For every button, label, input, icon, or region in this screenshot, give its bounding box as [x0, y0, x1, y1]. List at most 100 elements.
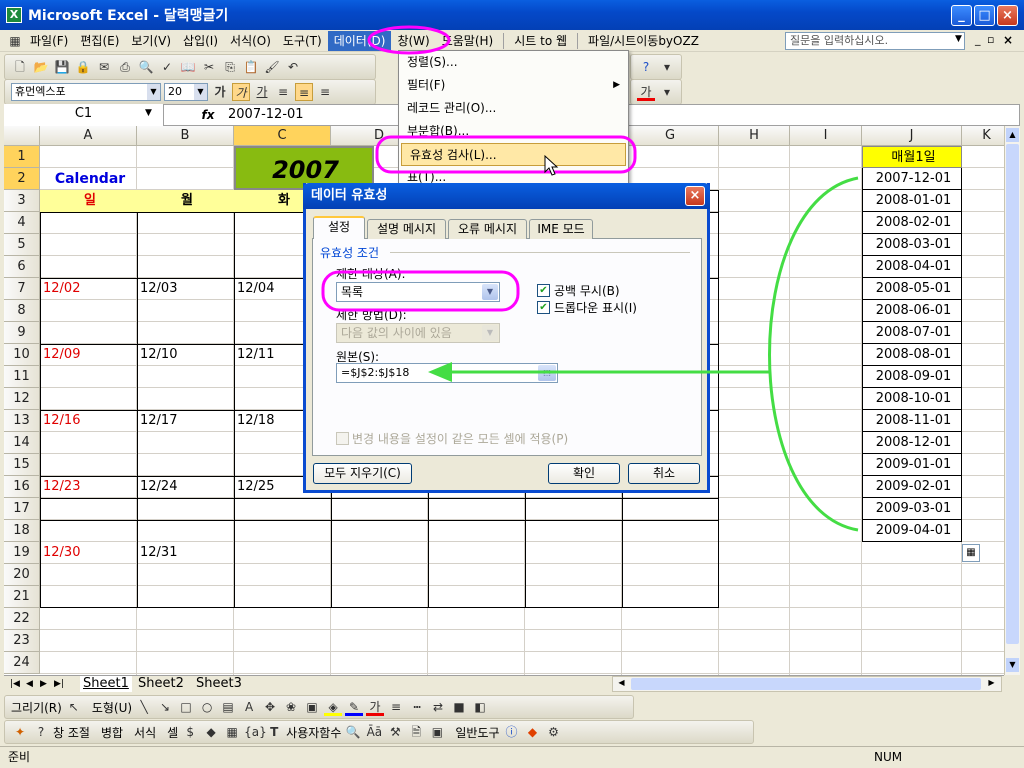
tab-error-alert[interactable]: 오류 메시지	[448, 219, 527, 239]
cell-j12[interactable]: 2008-10-01	[862, 388, 962, 410]
cell-j18[interactable]: 2009-04-01	[862, 520, 962, 542]
cell-b16[interactable]: 12/24	[137, 476, 234, 498]
autofill-options-icon[interactable]: ▦	[962, 544, 980, 562]
cancel-button[interactable]: 취소	[628, 463, 700, 484]
allow-combo[interactable]: 목록 ▼	[336, 282, 500, 302]
row-header-3[interactable]: 3	[4, 190, 40, 212]
permission-icon[interactable]: 🔒	[74, 58, 92, 76]
brace-icon[interactable]: {a}	[244, 723, 267, 741]
row-header-10[interactable]: 10	[4, 344, 40, 366]
diamond-icon[interactable]: ◆	[524, 723, 542, 741]
open-icon[interactable]: 📂	[32, 58, 50, 76]
bold-icon[interactable]: 가	[211, 83, 229, 101]
spelling-icon[interactable]: ✓	[158, 58, 176, 76]
tag-icon[interactable]: ◆	[202, 723, 220, 741]
textbox-icon[interactable]: ▤	[219, 698, 237, 716]
menu-sheet-to-web[interactable]: 시트 to 웹	[508, 31, 573, 51]
column-header-c[interactable]: C	[234, 126, 331, 146]
cell-a7[interactable]: 12/02	[40, 278, 137, 300]
cell-b13[interactable]: 12/17	[137, 410, 234, 432]
tab-input-message[interactable]: 설명 메시지	[367, 219, 446, 239]
italic-icon[interactable]: 가	[232, 83, 250, 101]
row-header-18[interactable]: 18	[4, 520, 40, 542]
font-color-icon[interactable]: 가	[366, 698, 385, 716]
clipart-icon[interactable]: ❀	[282, 698, 300, 716]
first-sheet-icon[interactable]: |◀	[10, 676, 20, 692]
vertical-scrollbar[interactable]: ▲ ▼	[1004, 126, 1020, 675]
align-left-icon[interactable]: ≡	[274, 83, 292, 101]
info-icon[interactable]: ⓘ	[503, 723, 521, 741]
row-header-19[interactable]: 19	[4, 542, 40, 564]
dropdown-checkbox[interactable]: ✔	[537, 301, 550, 314]
column-header-j[interactable]: J	[862, 126, 962, 146]
next-sheet-icon[interactable]: ▶	[40, 676, 47, 692]
cell-a3[interactable]: 일	[40, 190, 137, 212]
toolbar-options-icon[interactable]: ▾	[658, 58, 676, 76]
cell-j15[interactable]: 2009-01-01	[862, 454, 962, 476]
row-header-2[interactable]: 2	[4, 168, 40, 190]
format-menu[interactable]: 서식	[134, 724, 156, 741]
cell-j5[interactable]: 2008-03-01	[862, 234, 962, 256]
3d-icon[interactable]: ◧	[471, 698, 489, 716]
cell-j10[interactable]: 2008-08-01	[862, 344, 962, 366]
line-color-icon[interactable]: ✎	[345, 698, 364, 716]
sheet-tab-sheet2[interactable]: Sheet2	[138, 676, 184, 692]
print-preview-icon[interactable]: 🔍	[137, 58, 155, 76]
row-header-9[interactable]: 9	[4, 322, 40, 344]
cell-j8[interactable]: 2008-06-01	[862, 300, 962, 322]
cell-j3[interactable]: 2008-01-01	[862, 190, 962, 212]
column-header-k[interactable]: K	[962, 126, 1004, 146]
research-icon[interactable]: 📖	[179, 58, 197, 76]
cell-j17[interactable]: 2009-03-01	[862, 498, 962, 520]
menu-tools[interactable]: 도구(T)	[277, 31, 328, 51]
row-header-8[interactable]: 8	[4, 300, 40, 322]
row-header-21[interactable]: 21	[4, 586, 40, 608]
print-icon[interactable]: ⎙	[116, 58, 134, 76]
toolbar-options-icon[interactable]: ▾	[658, 83, 676, 101]
cell-a2[interactable]: Calendar	[40, 168, 137, 190]
doc-icon[interactable]: 🗎	[407, 723, 425, 741]
column-header-b[interactable]: B	[137, 126, 234, 146]
save-icon[interactable]: 💾	[53, 58, 71, 76]
rectangle-icon[interactable]: □	[177, 698, 195, 716]
cell-b19[interactable]: 12/31	[137, 542, 234, 564]
menu-format[interactable]: 서식(O)	[224, 31, 277, 51]
formula-input[interactable]: 2007-12-01	[228, 104, 304, 126]
collapse-dialog-icon[interactable]: ⬚	[538, 365, 556, 381]
arrow-icon[interactable]: ↘	[156, 698, 174, 716]
arrow-style-icon[interactable]: ⇄	[429, 698, 447, 716]
column-header-g[interactable]: G	[622, 126, 719, 146]
scroll-right-icon[interactable]: ▶	[985, 678, 998, 690]
doc-close-icon[interactable]: ×	[1003, 33, 1013, 47]
menu-help[interactable]: 도움말(H)	[436, 31, 500, 51]
cell-j11[interactable]: 2008-09-01	[862, 366, 962, 388]
row-header-6[interactable]: 6	[4, 256, 40, 278]
cell-a16[interactable]: 12/23	[40, 476, 137, 498]
doc-minimize-icon[interactable]: _	[975, 33, 981, 46]
autoshapes-menu[interactable]: 도형(U)	[92, 699, 132, 716]
select-all-corner[interactable]	[4, 126, 40, 146]
scroll-down-icon[interactable]: ▼	[1006, 658, 1019, 672]
tool-icon[interactable]: ⚒	[386, 723, 404, 741]
column-header-a[interactable]: A	[40, 126, 137, 146]
row-header-1[interactable]: 1	[4, 146, 40, 168]
horizontal-scrollbar[interactable]: ◀ ▶	[612, 676, 1002, 692]
maximize-button[interactable]: □	[974, 5, 995, 26]
clear-all-button[interactable]: 모두 지우기(C)	[313, 463, 412, 484]
menu-file-sheet-move[interactable]: 파일/시트이동byOZZ	[582, 31, 705, 51]
shadow-icon[interactable]: ■	[450, 698, 468, 716]
row-header-7[interactable]: 7	[4, 278, 40, 300]
cell-a10[interactable]: 12/09	[40, 344, 137, 366]
size-dropdown-icon[interactable]: ▼	[194, 84, 207, 100]
cell-b10[interactable]: 12/10	[137, 344, 234, 366]
excel-doc-icon[interactable]: ▦	[6, 32, 24, 50]
aa-icon[interactable]: Āā	[365, 723, 383, 741]
menu-item-subtotal[interactable]: 부분합(B)...	[399, 120, 628, 143]
user-function-menu[interactable]: 사용자함수	[286, 724, 341, 741]
font-size-combo[interactable]: 20 ▼	[164, 83, 208, 101]
cell-j16[interactable]: 2009-02-01	[862, 476, 962, 498]
minimize-button[interactable]: _	[951, 5, 972, 26]
ask-dropdown-icon[interactable]: ▼	[955, 34, 962, 44]
paste-icon[interactable]: 📋	[242, 58, 260, 76]
row-header-11[interactable]: 11	[4, 366, 40, 388]
